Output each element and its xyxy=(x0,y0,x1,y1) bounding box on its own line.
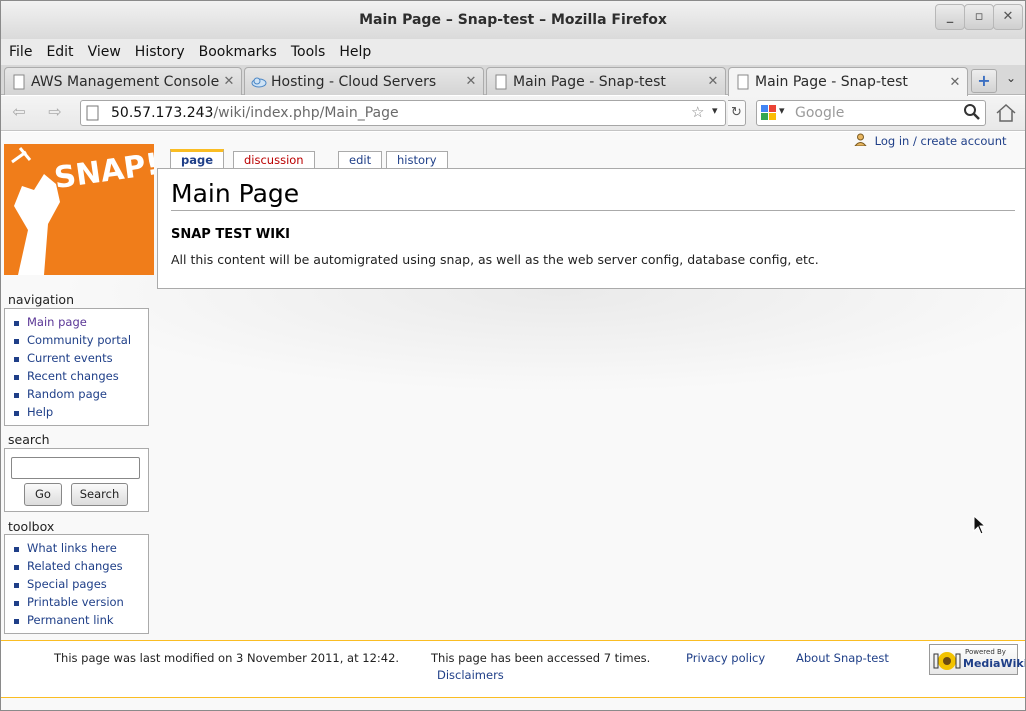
url-text: 50.57.173.243/wiki/index.php/Main_Page xyxy=(111,105,399,121)
about-link[interactable]: About Snap-test xyxy=(796,651,889,665)
tool-printable-version[interactable]: Printable version xyxy=(5,593,148,611)
reload-icon[interactable]: ↻ xyxy=(728,100,746,126)
site-identity-icon[interactable] xyxy=(86,105,100,125)
tab-aws[interactable]: AWS Management Console ✕ xyxy=(4,67,242,95)
menu-file[interactable]: File xyxy=(3,44,38,60)
tab-hosting[interactable]: Hosting - Cloud Servers ✕ xyxy=(244,67,484,95)
nav-help[interactable]: Help xyxy=(5,403,148,421)
nav-community-portal[interactable]: Community portal xyxy=(5,331,148,349)
tab-list-chevron-icon[interactable]: ⌄ xyxy=(1002,71,1020,91)
window-title: Main Page – Snap-test – Mozilla Firefox xyxy=(359,12,667,28)
page-icon xyxy=(735,74,751,90)
close-window-button[interactable]: ✕ xyxy=(993,4,1023,30)
section-heading: SNAP TEST WIKI xyxy=(171,227,290,242)
mediawiki-sunflower-icon xyxy=(933,652,961,670)
tab-snap-active[interactable]: Main Page - Snap-test ✕ xyxy=(728,67,968,96)
tab-bar: AWS Management Console ✕ Hosting - Cloud… xyxy=(1,65,1025,96)
tool-related-changes[interactable]: Related changes xyxy=(5,557,148,575)
badge-powered-by: Powered By xyxy=(965,648,1006,656)
tab-discussion[interactable]: discussion xyxy=(233,151,315,169)
mouse-cursor-icon xyxy=(973,514,987,539)
minimize-button[interactable]: _ xyxy=(935,4,965,30)
footer-last-modified: This page was last modified on 3 Novembe… xyxy=(54,651,400,665)
menu-view[interactable]: View xyxy=(82,44,127,60)
article-text: All this content will be automigrated us… xyxy=(171,252,819,267)
page-icon xyxy=(493,74,509,90)
tab-label: Main Page - Snap-test xyxy=(755,74,908,90)
nav-current-events[interactable]: Current events xyxy=(5,349,148,367)
close-tab-icon[interactable]: ✕ xyxy=(463,74,479,89)
navigation-portlet: Main page Community portal Current event… xyxy=(4,308,149,426)
disclaimers-link[interactable]: Disclaimers xyxy=(437,668,504,682)
toolbox-portlet: What links here Related changes Special … xyxy=(4,534,149,634)
wiki-search-input[interactable] xyxy=(11,457,140,479)
badge-mediawiki: MediaWiki xyxy=(963,657,1026,670)
close-tab-icon[interactable]: ✕ xyxy=(221,74,237,89)
forward-arrow-icon[interactable]: ⇨ xyxy=(43,102,67,124)
page-title: Main Page xyxy=(171,179,1015,211)
tab-history[interactable]: history xyxy=(386,151,448,169)
home-icon[interactable] xyxy=(994,102,1018,128)
cloud-icon xyxy=(251,74,267,90)
menu-bookmarks[interactable]: Bookmarks xyxy=(193,44,283,60)
menu-history[interactable]: History xyxy=(129,44,191,60)
search-heading: search xyxy=(8,432,50,447)
personal-tools: Log in / create account xyxy=(853,133,1007,149)
search-bar[interactable]: ▾ Google xyxy=(756,100,986,126)
toolbox-heading: toolbox xyxy=(8,519,55,534)
maximize-button[interactable]: ▫ xyxy=(964,4,994,30)
new-tab-button[interactable]: + xyxy=(971,69,997,93)
tab-page[interactable]: page xyxy=(170,149,225,169)
magnifier-icon[interactable] xyxy=(963,103,981,125)
engine-dropdown-icon[interactable]: ▾ xyxy=(779,104,785,117)
nav-random-page[interactable]: Random page xyxy=(5,385,148,403)
search-portlet: Go Search xyxy=(4,448,149,512)
tool-special-pages[interactable]: Special pages xyxy=(5,575,148,593)
nav-main-page[interactable]: Main page xyxy=(5,313,148,331)
tab-snap-1[interactable]: Main Page - Snap-test ✕ xyxy=(486,67,726,95)
title-bar: Main Page – Snap-test – Mozilla Firefox … xyxy=(1,1,1025,39)
url-dropdown-icon[interactable]: ▾ xyxy=(712,104,718,117)
tab-label: Hosting - Cloud Servers xyxy=(271,73,437,90)
page-content: SNAP! Log in / create account page discu… xyxy=(1,132,1025,710)
wiki-footer: This page was last modified on 3 Novembe… xyxy=(1,640,1025,698)
page-icon xyxy=(11,74,27,90)
tab-edit[interactable]: edit xyxy=(338,151,383,169)
user-icon xyxy=(853,133,868,149)
firefox-window: Main Page – Snap-test – Mozilla Firefox … xyxy=(0,0,1026,711)
url-path: /wiki/index.php/Main_Page xyxy=(213,105,399,121)
close-tab-icon[interactable]: ✕ xyxy=(705,74,721,89)
navigation-bar: ⇦ ⇨ 50.57.173.243/wiki/index.php/Main_Pa… xyxy=(1,96,1025,131)
menu-help[interactable]: Help xyxy=(333,44,377,60)
tool-what-links-here[interactable]: What links here xyxy=(5,539,148,557)
footer-access-count: This page has been accessed 7 times. xyxy=(431,651,651,665)
tool-permanent-link[interactable]: Permanent link xyxy=(5,611,148,629)
privacy-policy-link[interactable]: Privacy policy xyxy=(686,651,765,665)
tab-label: AWS Management Console xyxy=(31,73,220,90)
powered-by-mediawiki-badge[interactable]: Powered By MediaWiki xyxy=(929,644,1025,675)
bookmark-star-icon[interactable]: ☆ xyxy=(691,103,704,121)
wiki-logo[interactable]: SNAP! xyxy=(4,144,154,275)
article-body: Main Page SNAP TEST WIKI All this conten… xyxy=(157,168,1025,289)
search-button[interactable]: Search xyxy=(71,483,128,506)
back-arrow-icon[interactable]: ⇦ xyxy=(7,102,31,124)
login-link[interactable]: Log in / create account xyxy=(875,134,1007,148)
close-tab-icon[interactable]: ✕ xyxy=(947,75,963,90)
menu-tools[interactable]: Tools xyxy=(285,44,332,60)
url-bar[interactable]: 50.57.173.243/wiki/index.php/Main_Page ☆… xyxy=(80,100,726,126)
go-button[interactable]: Go xyxy=(24,483,62,506)
google-engine-icon[interactable] xyxy=(761,105,777,125)
navigation-heading: navigation xyxy=(8,292,74,307)
menu-edit[interactable]: Edit xyxy=(40,44,79,60)
tab-label: Main Page - Snap-test xyxy=(513,73,666,90)
url-host: 50.57.173.243 xyxy=(111,105,214,121)
search-placeholder: Google xyxy=(795,105,845,121)
nav-recent-changes[interactable]: Recent changes xyxy=(5,367,148,385)
menu-bar: File Edit View History Bookmarks Tools H… xyxy=(1,39,1025,65)
